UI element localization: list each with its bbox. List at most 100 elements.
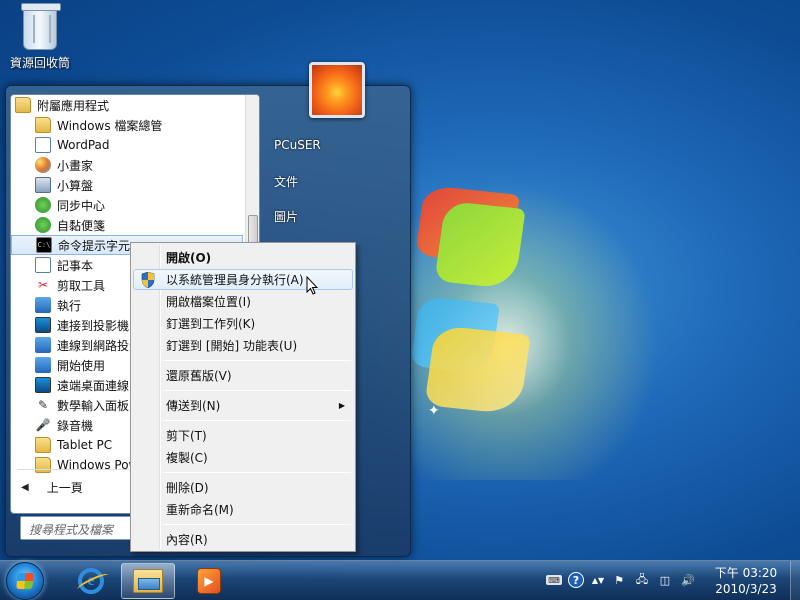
volume-icon[interactable]: 🔊 (680, 572, 696, 588)
context-menu-item[interactable]: 以系統管理員身分執行(A) (133, 269, 353, 290)
context-menu-item[interactable]: 內容(R) (133, 529, 353, 550)
context-menu-label: 刪除(D) (166, 481, 209, 495)
program-item[interactable]: WordPad (11, 135, 243, 155)
menu-separator (163, 360, 351, 361)
clock-time: 下午 03:20 (714, 566, 778, 580)
context-menu-label: 開啟(O) (166, 251, 212, 265)
context-menu-label: 剪下(T) (166, 429, 207, 443)
context-menu-item[interactable]: 重新命名(M) (133, 499, 353, 520)
program-label: 自黏便箋 (57, 218, 106, 233)
program-label: 錄音機 (57, 418, 94, 433)
menu-separator (163, 472, 351, 473)
right-link-documents[interactable]: 文件 (274, 173, 298, 190)
explorer-icon (35, 117, 51, 133)
program-label: 剪取工具 (57, 278, 106, 293)
getting-started-icon (35, 357, 51, 373)
context-menu-item[interactable]: 釘選到 [開始] 功能表(U) (133, 335, 353, 356)
context-menu-label: 釘選到 [開始] 功能表(U) (166, 339, 298, 353)
program-item[interactable]: 附屬應用程式 (11, 95, 243, 115)
start-button[interactable] (6, 562, 44, 600)
user-picture[interactable] (309, 62, 365, 118)
context-menu-item[interactable]: 剪下(T) (133, 425, 353, 446)
right-link-user[interactable]: PCuSER (274, 138, 321, 152)
desktop-icon-recycle-bin[interactable]: 資源回收筒 (6, 3, 74, 71)
math-input-icon: ✎ (35, 397, 51, 413)
mouse-cursor-icon (306, 276, 318, 295)
context-menu-item[interactable]: 開啟檔案位置(I) (133, 291, 353, 312)
context-menu-label: 傳送到(N) (166, 399, 221, 413)
program-item[interactable]: 小畫家 (11, 155, 243, 175)
back-label: 上一頁 (46, 480, 83, 495)
program-label: 小畫家 (57, 158, 94, 173)
help-icon[interactable]: ? (568, 572, 584, 588)
program-label: 小算盤 (57, 178, 94, 193)
context-menu-item[interactable]: 複製(C) (133, 447, 353, 468)
context-menu-item[interactable]: 刪除(D) (133, 477, 353, 498)
context-menu-item[interactable]: 還原舊版(V) (133, 365, 353, 386)
program-label: 命令提示字元 (58, 238, 131, 253)
show-desktop-button[interactable] (790, 561, 800, 600)
program-label: 執行 (57, 298, 82, 313)
tray-chevron-icon[interactable]: ▲▼ (590, 572, 606, 588)
recycle-bin-label: 資源回收筒 (9, 56, 70, 70)
taskbar-internet-explorer[interactable]: e (64, 563, 118, 599)
folder-icon (35, 437, 51, 453)
back-arrow-icon: ◀ (21, 481, 29, 493)
internet-explorer-icon: e (78, 568, 104, 594)
run-icon (35, 297, 51, 313)
program-label: Tablet PC (57, 438, 113, 452)
taskbar: e ▶ ⌨ ? ▲▼ ⚑ 🖧 ◫ 🔊 下午 03:20 2010/3/23 (0, 560, 800, 600)
calculator-icon (35, 177, 51, 193)
network-status-icon[interactable]: ◫ (657, 572, 673, 588)
program-label: 開始使用 (57, 358, 106, 373)
taskbar-media-player[interactable]: ▶ (182, 563, 236, 599)
snipping-tool-icon: ✂ (35, 277, 51, 293)
menu-separator (163, 420, 351, 421)
action-center-flag-icon[interactable]: ⚑ (611, 572, 627, 588)
menu-separator (163, 390, 351, 391)
network-icon[interactable]: 🖧 (634, 572, 650, 588)
context-menu-item[interactable]: 傳送到(N) ▶ (133, 395, 353, 416)
program-item[interactable]: 小算盤 (11, 175, 243, 195)
program-label: 附屬應用程式 (37, 98, 110, 113)
program-label: 記事本 (57, 258, 94, 273)
notepad-icon (35, 257, 51, 273)
context-menu-item[interactable]: 開啟(O) (133, 247, 353, 268)
context-menu-label: 內容(R) (166, 533, 208, 547)
remote-desktop-icon (35, 377, 51, 393)
clock-date: 2010/3/23 (715, 582, 777, 596)
context-menu-item[interactable]: 釘選到工作列(K) (133, 313, 353, 334)
program-item[interactable]: Windows 檔案總管 (11, 115, 243, 135)
sync-center-icon (35, 197, 51, 213)
context-menu-label: 還原舊版(V) (166, 369, 232, 383)
context-menu-label: 以系統管理員身分執行(A) (166, 273, 304, 287)
taskbar-windows-explorer[interactable] (121, 563, 175, 599)
program-label: WordPad (57, 138, 110, 152)
context-menu-label: 開啟檔案位置(I) (166, 295, 251, 309)
keyboard-icon[interactable]: ⌨ (546, 575, 562, 585)
clock[interactable]: 下午 03:20 2010/3/23 (704, 565, 788, 597)
command-prompt-icon: C:\ (36, 237, 52, 253)
program-item[interactable]: 自黏便箋 (11, 215, 243, 235)
context-menu-label: 重新命名(M) (166, 503, 234, 517)
program-label: 連線到網路投影 (57, 338, 142, 353)
program-label: Windows 檔案總管 (57, 118, 163, 133)
projector-icon (35, 317, 51, 333)
media-player-icon: ▶ (197, 568, 221, 594)
sparkle-icon: ✦ (428, 403, 440, 419)
right-link-pictures[interactable]: 圖片 (274, 208, 298, 225)
sticky-notes-icon (35, 217, 51, 233)
program-label: 同步中心 (57, 198, 106, 213)
context-menu-label: 複製(C) (166, 451, 208, 465)
menu-separator (163, 524, 351, 525)
program-label: 連接到投影機 (57, 318, 130, 333)
program-label: 數學輸入面板 (57, 398, 130, 413)
sound-recorder-icon: 🎤 (35, 417, 51, 433)
context-menu: 開啟(O) 以系統管理員身分執行(A) 開啟檔案位置(I) 釘選到工作列(K) 釘選到 … (130, 242, 356, 552)
wordpad-icon (35, 137, 51, 153)
network-projector-icon (35, 337, 51, 353)
uac-shield-icon (141, 272, 155, 288)
paint-icon (35, 157, 51, 173)
folder-icon (15, 97, 31, 113)
program-item[interactable]: 同步中心 (11, 195, 243, 215)
